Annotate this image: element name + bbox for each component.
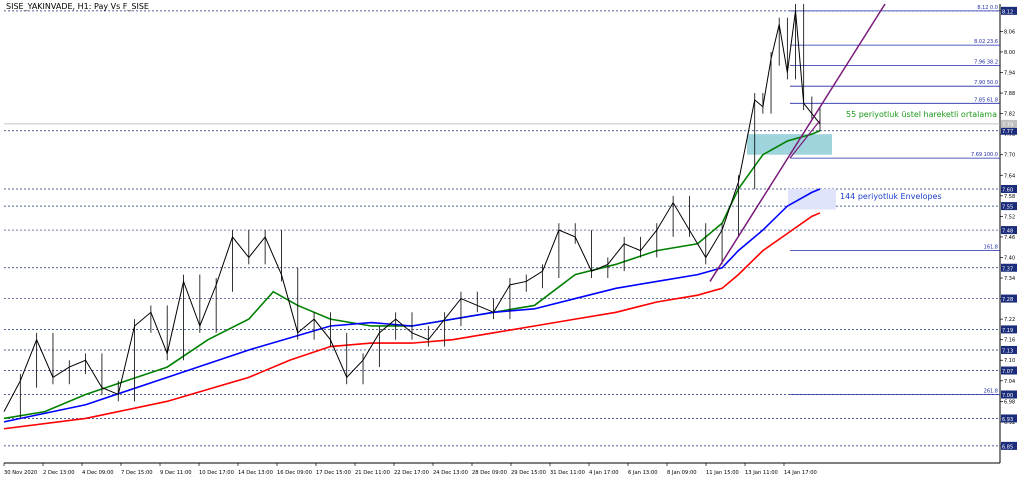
y-tick-label: 7.16 (1004, 338, 1015, 344)
price-level-label: 6.85 (1002, 444, 1013, 450)
price-level-label: 8.12 (1002, 9, 1013, 15)
price-level-label: 7.28 (1002, 297, 1013, 303)
fib-level-label: 7.85 61.8 (974, 97, 998, 103)
x-tick-label: 28 Dec 09:00 (472, 470, 507, 476)
x-tick-label: 11 Jan 15:00 (706, 470, 739, 476)
annotation-ema55: 55 periyotluk üstel hareketli ortalama (846, 110, 997, 119)
x-tick-label: 7 Dec 15:00 (121, 470, 153, 476)
x-tick-label: 2 Dec 13:00 (43, 470, 75, 476)
y-tick-label: 7.58 (1004, 194, 1015, 200)
x-tick-label: 22 Dec 17:00 (394, 470, 429, 476)
price-level-label: 6.93 (1002, 417, 1013, 423)
x-tick-label: 29 Dec 15:00 (511, 470, 546, 476)
price-level-label: 7.48 (1002, 229, 1013, 235)
x-tick-label: 13 Jan 11:00 (745, 470, 778, 476)
y-tick-label: 7.04 (1004, 379, 1015, 385)
x-tick-label: 14 Dec 13:00 (238, 470, 273, 476)
y-tick-label: 7.70 (1004, 153, 1015, 159)
y-tick-label: 6.98 (1004, 399, 1015, 405)
y-tick-label: 7.82 (1004, 112, 1015, 118)
x-tick-label: 8 Jan 09:00 (667, 470, 697, 476)
x-tick-label: 9 Dec 11:00 (160, 470, 192, 476)
y-tick-label: 7.94 (1004, 71, 1015, 77)
price-level-label: 7.55 (1002, 205, 1013, 211)
y-tick-label: 8.06 (1004, 29, 1015, 35)
fib-level-label: 8.02 23.6 (974, 39, 998, 45)
y-tick-label: 7.10 (1004, 358, 1015, 364)
x-tick-label: 17 Dec 15:00 (316, 470, 351, 476)
y-tick-label: 7.22 (1004, 317, 1015, 323)
x-tick-label: 10 Dec 17:00 (199, 470, 234, 476)
x-tick-label: 31 Dec 11:00 (550, 470, 585, 476)
x-tick-label: 14 Jan 17:00 (784, 470, 817, 476)
price-level-label: 7.37 (1002, 266, 1013, 272)
price-level-label: 7.00 (1002, 393, 1013, 399)
x-tick-label: 16 Dec 09:00 (277, 470, 312, 476)
fib-level-label: 7.69 100.0 (971, 152, 998, 158)
x-tick-label: 4 Dec 09:00 (82, 470, 114, 476)
price-level-label: 7.13 (1002, 348, 1013, 354)
fib-level-label: 261.8 (984, 388, 998, 394)
price-chart: 8.12 0.0 8.02 23.6 7.96 38.2 7.90 50.0 7.85 … (3, 3, 1017, 476)
series-line-price (3, 10, 821, 412)
x-tick-label: 6 Jan 13:00 (628, 470, 658, 476)
price-level-label: 7.60 (1002, 187, 1013, 193)
trend-line-up (709, 3, 886, 282)
y-tick-label: 7.88 (1004, 91, 1015, 97)
x-tick-label: 24 Dec 13:00 (433, 470, 468, 476)
y-tick-label: 7.40 (1004, 255, 1015, 261)
y-tick-label: 7.64 (1004, 173, 1015, 179)
fib-level-label: 7.96 38.2 (974, 60, 998, 66)
fib-level-label: 161.8 (984, 245, 998, 251)
fib-level-label: 8.12 0.0 (977, 5, 998, 11)
y-tick-label: 7.52 (1004, 214, 1015, 220)
price-level-label: 7.07 (1002, 369, 1013, 375)
bid-label: 7.79 (1002, 122, 1013, 128)
x-tick-label: 21 Dec 11:00 (355, 470, 390, 476)
y-tick-label: 7.34 (1004, 276, 1015, 282)
y-tick-label: 8.00 (1004, 50, 1015, 56)
x-tick-label: 30 Nov 2020 (4, 470, 37, 476)
x-tick-label: 4 Jan 17:00 (589, 470, 619, 476)
chart-title: SISE_YAKINVADE, H1: Pay Vs F_SISE (6, 2, 149, 11)
price-level-label: 7.77 (1002, 129, 1013, 135)
annotation-envelopes: 144 periyotluk Envelopes (840, 192, 942, 201)
ema-highlight-box (747, 134, 832, 155)
price-level-label: 7.19 (1002, 328, 1013, 334)
fib-level-label: 7.90 50.0 (974, 80, 998, 86)
y-tick-label: 7.46 (1004, 235, 1015, 241)
series-line-env_upper (3, 188, 821, 423)
